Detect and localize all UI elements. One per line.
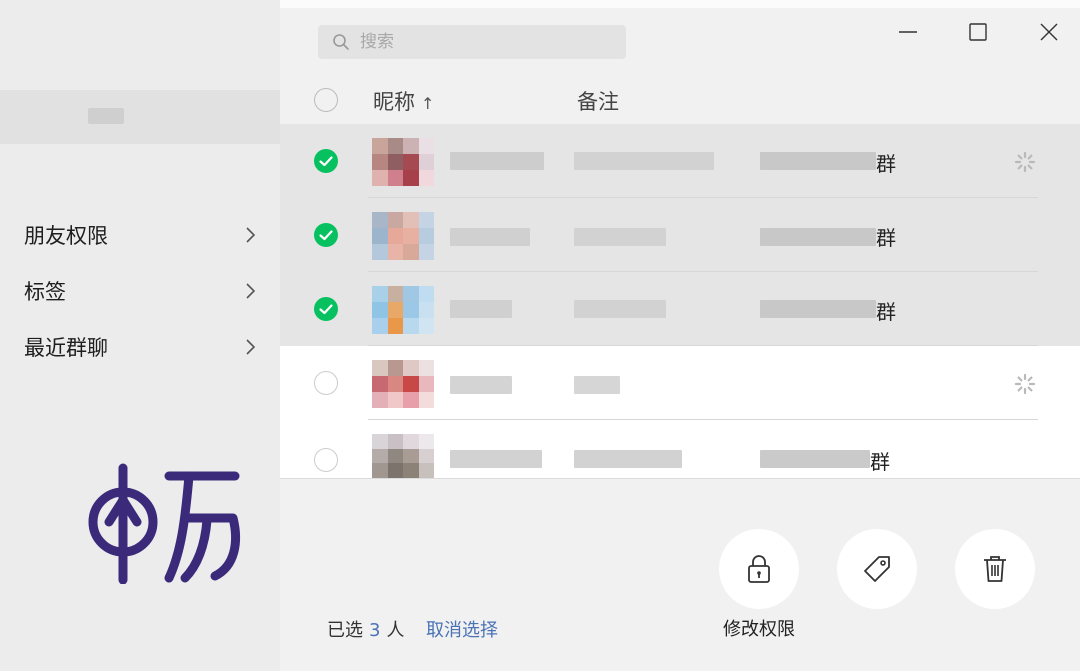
checked-icon[interactable] <box>314 149 338 173</box>
maximize-icon[interactable] <box>966 20 990 44</box>
group-suffix: 群 <box>870 450 890 474</box>
sidebar-item-friend-permissions[interactable]: 朋友权限 <box>0 207 280 263</box>
remark-blurred <box>574 152 714 170</box>
top-strip <box>280 0 1080 8</box>
loading-icon <box>1014 151 1036 173</box>
remark-blurred <box>574 376 620 394</box>
account-header <box>0 90 280 144</box>
sidebar-item-label: 标签 <box>24 280 66 304</box>
avatar <box>372 138 434 186</box>
nickname-blurred <box>450 152 544 170</box>
chevron-right-icon <box>246 339 256 355</box>
avatar <box>372 286 434 334</box>
sidebar-item-label: 最近群聊 <box>24 336 108 360</box>
selection-count: 已选 3 人 <box>327 616 404 642</box>
search-icon <box>333 34 349 50</box>
modify-permissions-button[interactable] <box>719 529 799 609</box>
selected-suffix: 人 <box>386 620 405 641</box>
modify-permissions-label: 修改权限 <box>723 619 795 640</box>
table-row[interactable]: 群 <box>280 198 1080 272</box>
remark-blurred <box>574 228 666 246</box>
search-input[interactable] <box>360 32 560 52</box>
table-row[interactable]: 群 <box>280 272 1080 346</box>
trash-icon <box>984 556 1006 582</box>
tag-icon <box>864 556 890 582</box>
selected-count: 3 <box>369 620 381 641</box>
avatar <box>372 212 434 260</box>
minimize-icon[interactable] <box>896 20 920 44</box>
remark-blurred <box>574 450 682 468</box>
sort-ascending-icon: ↑ <box>421 94 435 113</box>
unchecked-checkbox[interactable] <box>314 371 338 395</box>
avatar <box>372 434 434 478</box>
nickname-blurred <box>450 376 512 394</box>
sidebar-item-tags[interactable]: 标签 <box>0 263 280 319</box>
chevron-right-icon <box>246 283 256 299</box>
chevron-right-icon <box>246 227 256 243</box>
table-row[interactable] <box>280 346 1080 420</box>
sidebar-item-label: 朋友权限 <box>24 224 108 248</box>
group-suffix: 群 <box>876 300 896 324</box>
table-bottom-border <box>280 478 1080 479</box>
lock-icon <box>748 555 770 583</box>
delete-button[interactable] <box>955 529 1035 609</box>
group-name-blurred <box>760 300 876 318</box>
nickname-header-label: 昵称 <box>373 90 415 114</box>
table-row[interactable]: 群 <box>280 420 1080 478</box>
nickname-blurred <box>450 300 512 318</box>
column-header-remark[interactable]: 备注 <box>577 86 619 116</box>
column-header-nickname[interactable]: 昵称 ↑ <box>373 86 434 116</box>
main-panel: 昵称 ↑ 备注 群 群 <box>280 0 1080 671</box>
sidebar-item-recent-groups[interactable]: 最近群聊 <box>0 319 280 375</box>
nickname-blurred <box>450 228 530 246</box>
avatar <box>372 360 434 408</box>
set-tag-button[interactable] <box>837 529 917 609</box>
close-icon[interactable] <box>1037 20 1061 44</box>
cancel-selection-link[interactable]: 取消选择 <box>426 616 498 642</box>
group-suffix: 群 <box>876 226 896 250</box>
checked-icon[interactable] <box>314 297 338 321</box>
group-name-blurred <box>760 228 876 246</box>
selected-prefix: 已选 <box>327 620 363 641</box>
table-header: 昵称 ↑ 备注 <box>280 76 1080 124</box>
loading-icon <box>1014 373 1036 395</box>
table-row[interactable]: 群 <box>280 124 1080 198</box>
group-name-blurred <box>760 450 870 468</box>
select-all-checkbox[interactable] <box>314 88 338 112</box>
account-name-blurred <box>88 108 124 124</box>
chang-logo-icon <box>88 463 240 584</box>
checked-icon[interactable] <box>314 223 338 247</box>
search-box[interactable] <box>318 25 626 59</box>
group-suffix: 群 <box>876 152 896 176</box>
sidebar: 朋友权限 标签 最近群聊 <box>0 0 280 671</box>
nickname-blurred <box>450 450 542 468</box>
unchecked-checkbox[interactable] <box>314 448 338 472</box>
group-name-blurred <box>760 152 876 170</box>
remark-blurred <box>574 300 666 318</box>
